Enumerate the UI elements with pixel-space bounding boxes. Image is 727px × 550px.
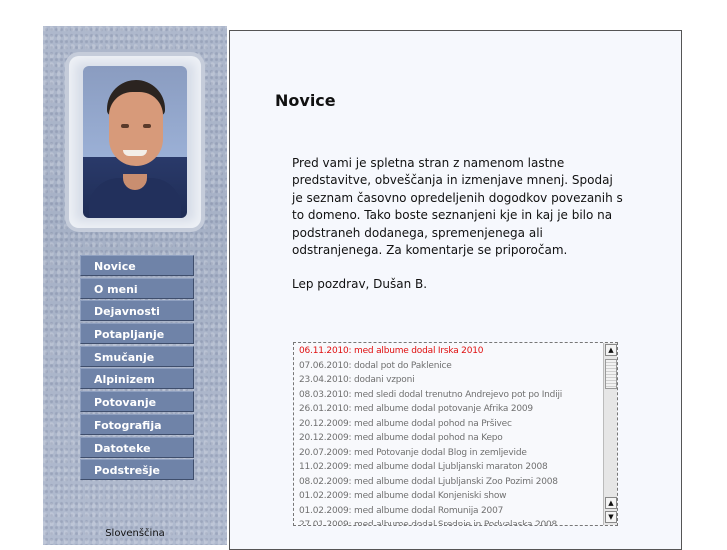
news-item[interactable]: 01.02.2009: med albume dodal Romunija 20… bbox=[299, 504, 599, 519]
content-panel: Novice Pred vami je spletna stran z name… bbox=[229, 30, 682, 550]
sidebar: Novice O meni Dejavnosti Potapljanje Smu… bbox=[43, 26, 227, 545]
news-item[interactable]: 08.02.2009: med albume dodal Ljubljanski… bbox=[299, 475, 599, 490]
page-title: Novice bbox=[275, 91, 336, 110]
nav-item-potovanje[interactable]: Potovanje bbox=[80, 391, 194, 413]
intro-text: Pred vami je spletna stran z namenom las… bbox=[292, 156, 623, 258]
news-item[interactable]: 11.02.2009: med albume dodal Ljubljanski… bbox=[299, 460, 599, 475]
scroll-up-icon[interactable]: ▲ bbox=[605, 497, 617, 509]
nav-item-novice[interactable]: Novice bbox=[80, 255, 194, 276]
news-item[interactable]: 08.03.2010: med sledi dodal trenutno And… bbox=[299, 388, 599, 403]
news-item[interactable]: 06.11.2010: med albume dodal Irska 2010 bbox=[299, 344, 599, 359]
nav-item-datoteke[interactable]: Datoteke bbox=[80, 436, 194, 458]
news-item[interactable]: 20.07.2009: med Potovanje dodal Blog in … bbox=[299, 446, 599, 461]
scrollbar-thumb[interactable] bbox=[605, 359, 617, 389]
greeting-text: Lep pozdrav, Dušan B. bbox=[292, 277, 428, 291]
news-item[interactable]: 23.04.2010: dodani vzponi bbox=[299, 373, 599, 388]
news-item[interactable]: 07.06.2010: dodal pot do Paklenice bbox=[299, 359, 599, 374]
news-item[interactable]: 01.02.2009: med albume dodal Konjeniski … bbox=[299, 489, 599, 504]
news-item[interactable]: 20.12.2009: med albume dodal pohod na Ke… bbox=[299, 431, 599, 446]
news-item[interactable]: 20.12.2009: med albume dodal pohod na Pr… bbox=[299, 417, 599, 432]
news-list: 06.11.2010: med albume dodal Irska 2010 … bbox=[299, 344, 599, 525]
nav-item-smucanje[interactable]: Smučanje bbox=[80, 345, 194, 367]
nav-item-fotografija[interactable]: Fotografija bbox=[80, 413, 194, 435]
nav-item-o-meni[interactable]: O meni bbox=[80, 277, 194, 299]
scroll-down-icon[interactable]: ▼ bbox=[605, 511, 617, 523]
news-scrollbar[interactable]: ▲ ▲ ▼ bbox=[603, 343, 617, 525]
nav-item-podstresje[interactable]: Podstrešje bbox=[80, 459, 194, 481]
language-link[interactable]: Slovenščina bbox=[43, 528, 227, 539]
profile-photo bbox=[83, 66, 187, 218]
scroll-up-icon[interactable]: ▲ bbox=[605, 344, 617, 356]
nav-item-alpinizem[interactable]: Alpinizem bbox=[80, 368, 194, 390]
main-nav: Novice O meni Dejavnosti Potapljanje Smu… bbox=[80, 255, 194, 482]
nav-item-dejavnosti[interactable]: Dejavnosti bbox=[80, 300, 194, 322]
news-item[interactable]: 26.01.2010: med albume dodal potovanje A… bbox=[299, 402, 599, 417]
news-list-box[interactable]: 06.11.2010: med albume dodal Irska 2010 … bbox=[293, 342, 618, 526]
news-item[interactable]: 27.01.2009: med albume dodal Srednje in … bbox=[299, 518, 599, 525]
nav-item-potapljanje[interactable]: Potapljanje bbox=[80, 323, 194, 345]
profile-photo-frame bbox=[69, 56, 201, 228]
